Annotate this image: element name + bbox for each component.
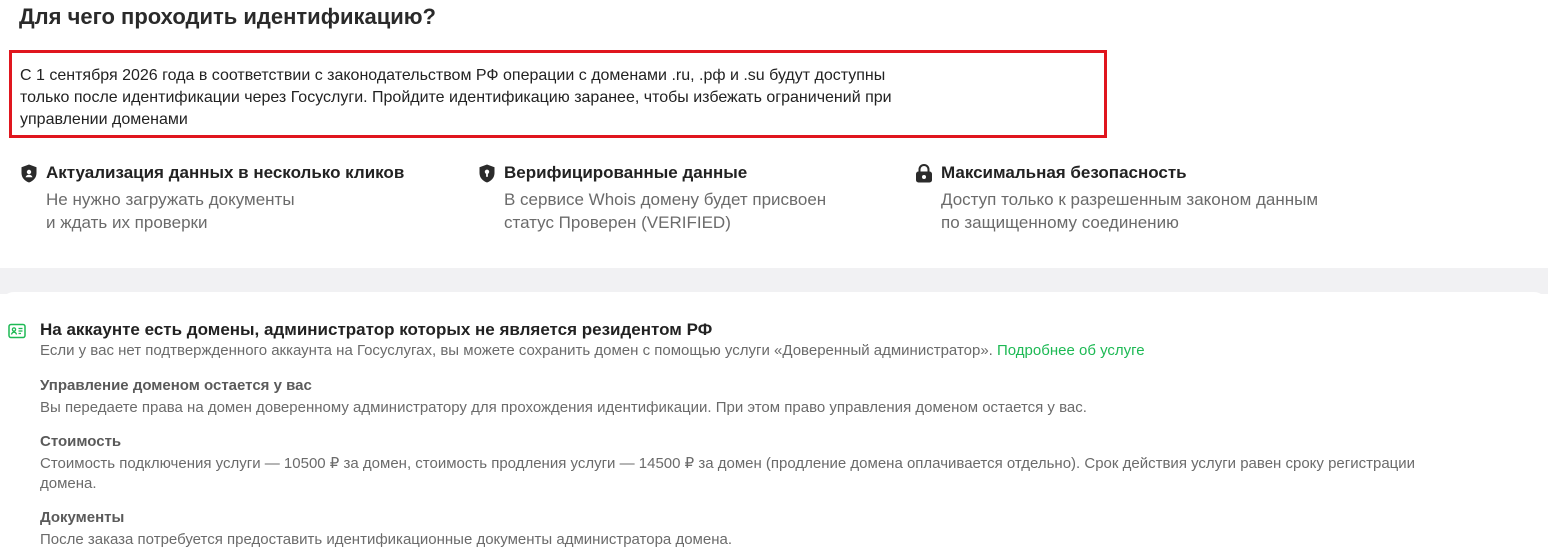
features-list: Актуализация данных в несколько кликов Н… [20,162,1420,242]
id-card-icon [8,323,26,339]
feature-description: В сервисе Whois домену будет присвоен ст… [504,188,826,234]
section-title: Документы [40,509,125,526]
feature-description: Не нужно загружать документы и ждать их … [46,188,404,234]
section-text-line: После заказа потребуется предоставить ид… [40,531,732,548]
section-text-line: Вы передаете права на домен доверенному … [40,399,1087,416]
shield-lock-icon [478,163,496,183]
section-text: После заказа потребуется предоставить ид… [40,530,1540,550]
notice-line: управлении доменами [20,111,188,128]
section-cost: Стоимость Стоимость подключения услуги —… [40,432,1540,494]
feature-desc-line: по защищенному соединению [941,213,1179,232]
feature-desc-line: статус Проверен (VERIFIED) [504,213,731,232]
feature-description: Доступ только к разрешенным законом данн… [941,188,1318,234]
feature-desc-line: и ждать их проверки [46,213,208,232]
card-subtitle: Если у вас нет подтвержденного аккаунта … [40,341,1145,361]
feature-title: Верифицированные данные [504,163,748,182]
section-text-line: домена. [40,475,97,492]
notice-line: С 1 сентября 2026 года в соответствии с … [20,67,886,84]
section-title: Управление доменом остается у вас [40,377,312,394]
section-title: Стоимость [40,433,122,450]
feature-desc-line: В сервисе Whois домену будет присвоен [504,190,827,209]
feature-desc-line: Не нужно загружать документы [46,190,295,209]
identification-notice: С 1 сентября 2026 года в соответствии с … [9,50,1107,138]
feature-title: Максимальная безопасность [941,163,1187,182]
section-text: Вы передаете права на домен доверенному … [40,398,1540,418]
more-about-service-link[interactable]: Подробнее об услуге [997,342,1145,359]
card-subtitle-text: Если у вас нет подтвержденного аккаунта … [40,342,993,359]
section-divider [0,268,1548,294]
notice-line: только после идентификации через Госуслу… [20,89,892,106]
section-text-line: Стоимость подключения услуги — 10500 ₽ з… [40,455,1416,472]
feature-max-security: Максимальная безопасность Доступ только … [915,162,1318,234]
feature-desc-line: Доступ только к разрешенным законом данн… [941,190,1319,209]
page-title: Для чего проходить идентификацию? [19,4,436,29]
card-title: На аккаунте есть домены, администратор к… [40,320,713,339]
section-management: Управление доменом остается у вас Вы пер… [40,376,1540,418]
section-documents: Документы После заказа потребуется предо… [40,508,1540,550]
feature-title: Актуализация данных в несколько кликов [46,163,405,182]
feature-data-update: Актуализация данных в несколько кликов Н… [20,162,404,234]
section-text: Стоимость подключения услуги — 10500 ₽ з… [40,454,1540,494]
trusted-admin-card: На аккаунте есть домены, администратор к… [0,292,1548,555]
padlock-icon [915,163,933,183]
shield-check-icon [20,163,38,183]
feature-verified-data: Верифицированные данные В сервисе Whois … [478,162,826,234]
